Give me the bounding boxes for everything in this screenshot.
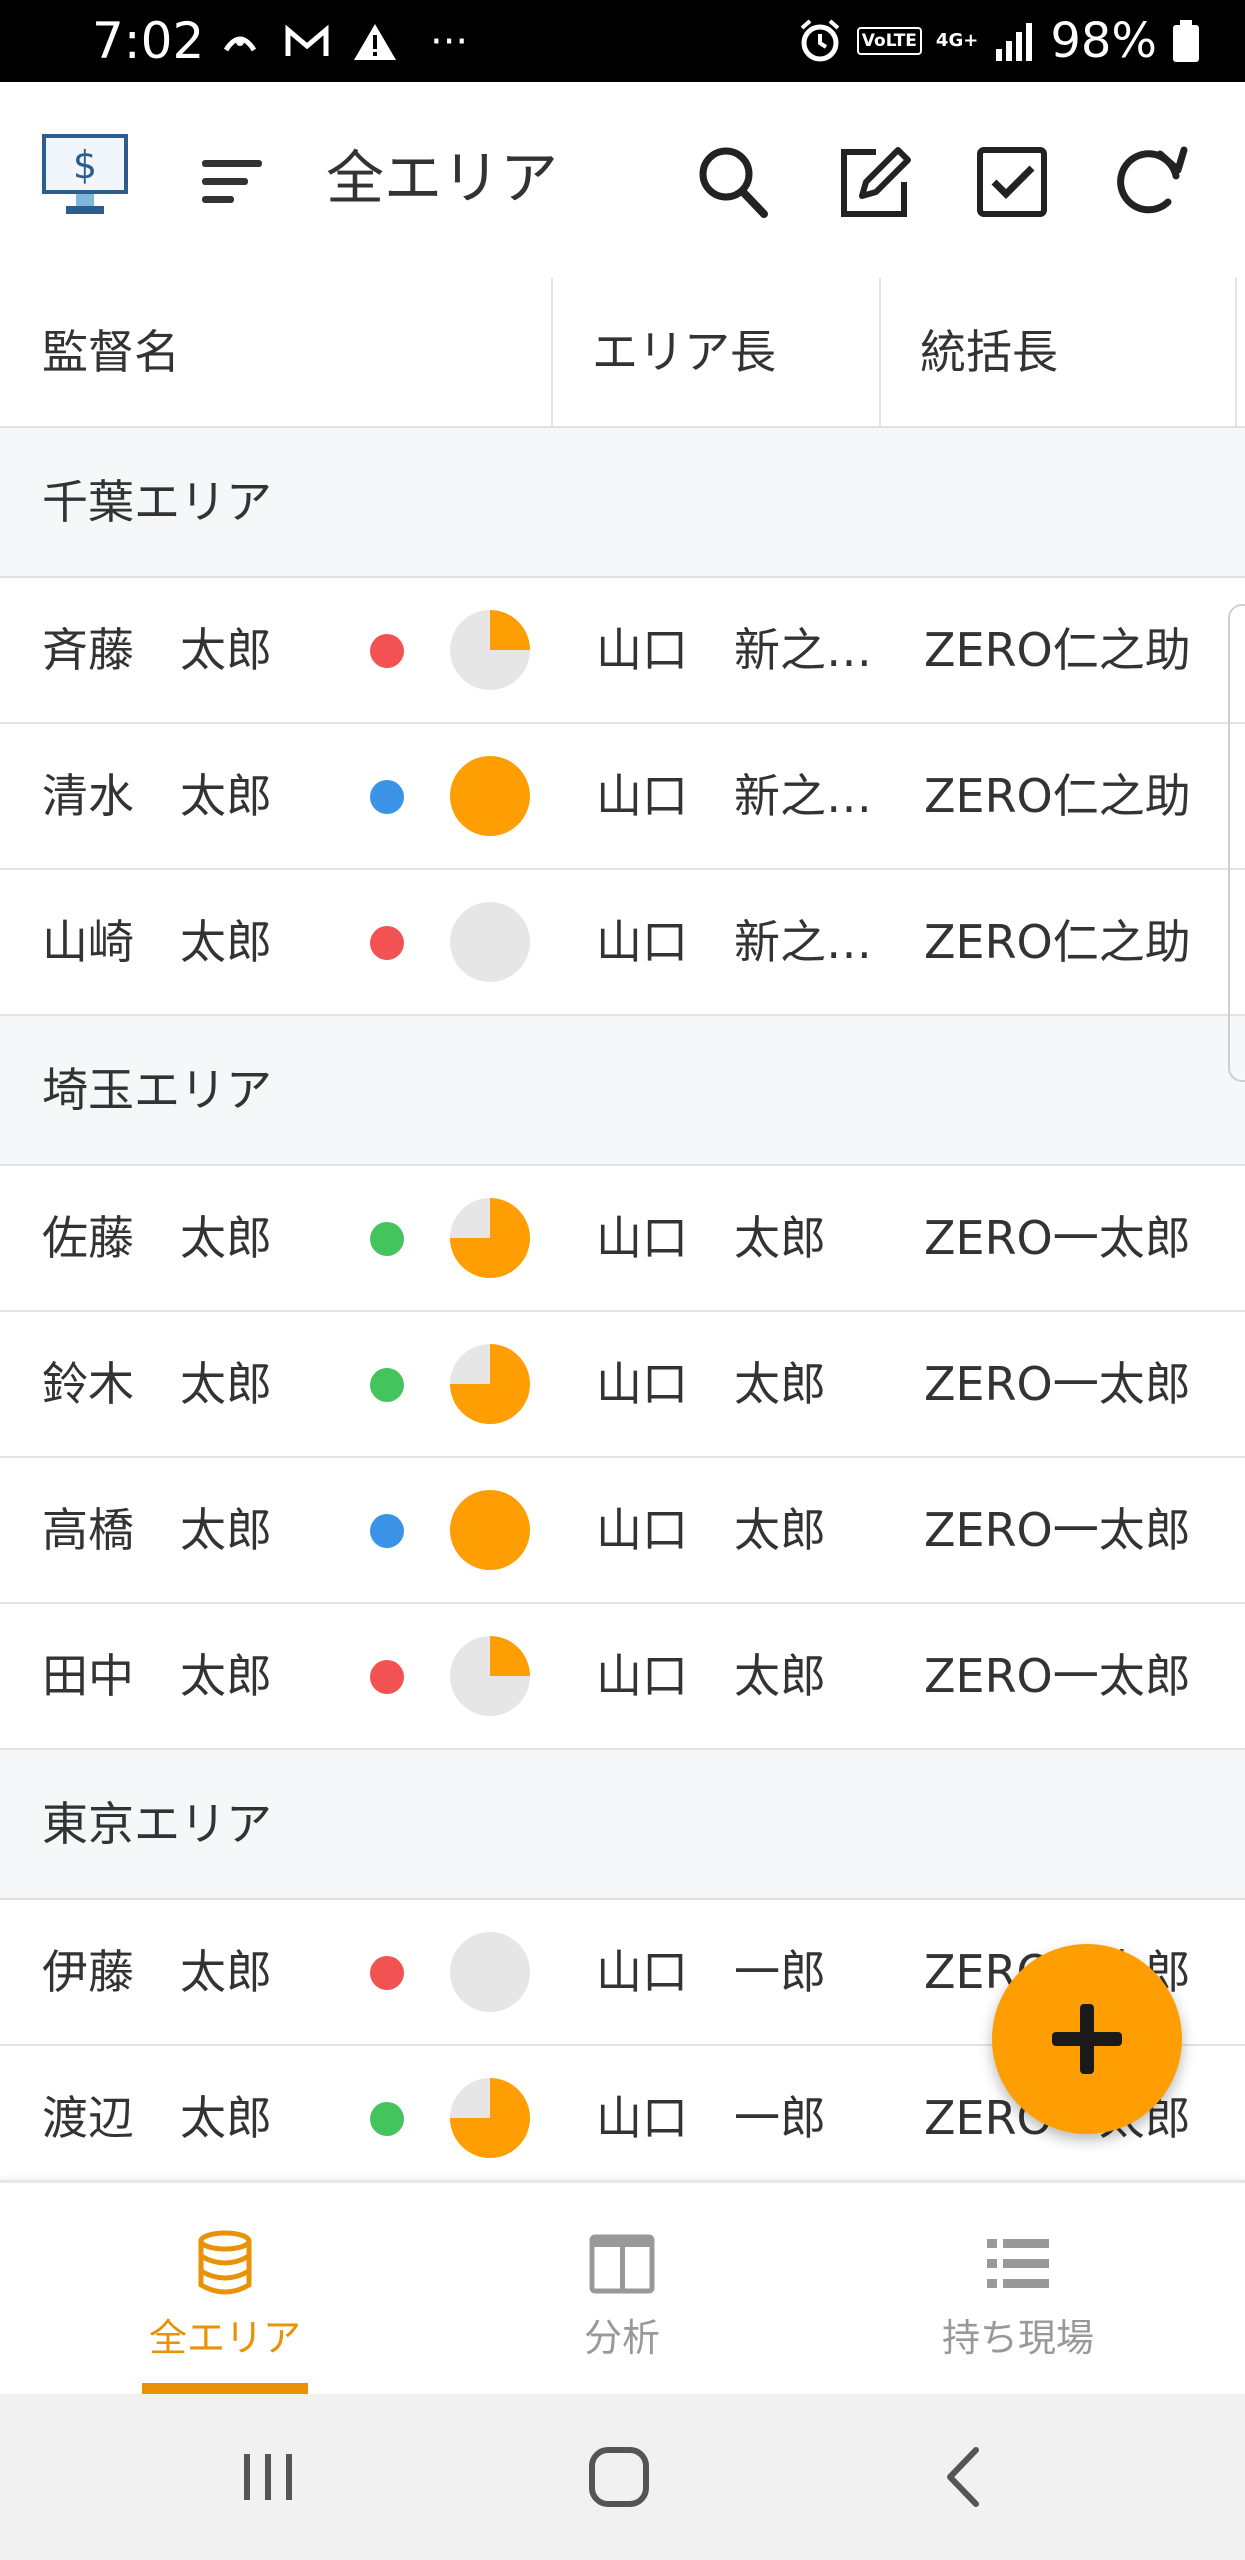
checkbox-icon[interactable] (970, 140, 1054, 224)
status-dot (370, 780, 404, 814)
area-lead-name: 山口 太郎 (596, 1211, 826, 1265)
alarm-icon (800, 19, 840, 62)
chief-name: ZERO仁之助 (924, 915, 1191, 969)
app-logo-icon[interactable]: $ (40, 132, 130, 222)
column-header-chief[interactable]: 統括長 (920, 278, 1058, 426)
area-lead-name: 山口 太郎 (596, 1503, 826, 1557)
area-lead-name: 山口 一郎 (596, 2091, 826, 2145)
warning-icon (354, 24, 396, 60)
table-row[interactable]: 高橋 太郎 山口 太郎 ZERO一太郎 (0, 1458, 1245, 1604)
back-icon[interactable] (938, 2442, 988, 2512)
column-header-supervisor[interactable]: 監督名 (42, 278, 180, 426)
chief-name: ZERO一太郎 (924, 1211, 1191, 1265)
area-lead-name: 山口 太郎 (596, 1649, 826, 1703)
gmail-icon (285, 24, 329, 56)
supervisor-name: 伊藤 太郎 (42, 1945, 272, 1999)
status-dot (370, 1956, 404, 1990)
search-icon[interactable] (690, 140, 774, 224)
status-dot (370, 634, 404, 668)
nav-my-sites[interactable]: 持ち現場 (868, 2183, 1168, 2397)
progress-pie-icon (450, 1636, 530, 1716)
page-title: 全エリア (326, 144, 559, 212)
svg-text:$: $ (73, 143, 97, 187)
app-bar: $ 全エリア (0, 82, 1245, 280)
area-lead-name: 山口 新之… (596, 623, 872, 677)
database-icon (198, 2230, 252, 2295)
network-type: 4G+ (935, 30, 979, 51)
chief-name: ZERO一太郎 (924, 1357, 1191, 1411)
status-dot (370, 1660, 404, 1694)
area-lead-name: 山口 新之… (596, 915, 872, 969)
columns-icon (589, 2234, 655, 2294)
chief-name: ZERO仁之助 (924, 769, 1191, 823)
nav-label-analysis: 分析 (583, 2316, 660, 2360)
edit-icon[interactable] (832, 140, 916, 224)
group-title: 埼玉エリア (42, 1063, 272, 1117)
column-header-area-lead[interactable]: エリア長 (592, 278, 776, 426)
progress-pie-icon (450, 756, 530, 836)
volte-icon: VoLTE (856, 27, 922, 55)
call-missed-icon (223, 36, 257, 52)
scroll-indicator[interactable] (1228, 604, 1245, 1082)
battery-percent: 98% (1050, 13, 1157, 69)
group-header: 埼玉エリア (0, 1016, 1245, 1166)
progress-pie-icon (450, 1344, 530, 1424)
recent-apps-icon[interactable] (238, 2442, 298, 2512)
status-dot (370, 1222, 404, 1256)
status-dot (370, 1368, 404, 1402)
status-dot (370, 1514, 404, 1548)
supervisor-name: 高橋 太郎 (42, 1503, 272, 1557)
group-header: 東京エリア (0, 1750, 1245, 1900)
table-row[interactable]: 山崎 太郎 山口 新之… ZERO仁之助 (0, 870, 1245, 1016)
supervisor-name: 鈴木 太郎 (42, 1357, 272, 1411)
progress-pie-icon (450, 610, 530, 690)
supervisor-name: 田中 太郎 (42, 1649, 272, 1703)
supervisor-name: 山崎 太郎 (42, 915, 272, 969)
group-title: 東京エリア (42, 1797, 272, 1851)
group-title: 千葉エリア (42, 475, 272, 529)
list-icon (987, 2239, 1049, 2288)
status-bar: 7:02 ··· VoLTE 4G+ 98% (0, 0, 1245, 82)
home-icon[interactable] (584, 2442, 654, 2512)
sort-menu-icon[interactable] (200, 154, 264, 210)
system-navigation-bar (0, 2394, 1245, 2560)
area-lead-name: 山口 一郎 (596, 1945, 826, 1999)
plus-icon (1052, 2004, 1122, 2074)
chief-name: ZERO一太郎 (924, 1503, 1191, 1557)
status-time: 7:02 (92, 12, 205, 70)
status-dot (370, 2102, 404, 2136)
supervisor-name: 佐藤 太郎 (42, 1211, 272, 1265)
supervisor-name: 清水 太郎 (42, 769, 272, 823)
table-row[interactable]: 清水 太郎 山口 新之… ZERO仁之助 (0, 724, 1245, 870)
bottom-navigation: 全エリア 分析 持ち現場 (0, 2180, 1245, 2397)
table-header: 監督名 エリア長 統括長 (0, 278, 1245, 429)
area-lead-name: 山口 太郎 (596, 1357, 826, 1411)
status-dot (370, 926, 404, 960)
group-header: 千葉エリア (0, 428, 1245, 578)
nav-label-all-areas: 全エリア (148, 2316, 301, 2360)
progress-pie-icon (450, 1490, 530, 1570)
chief-name: ZERO一太郎 (924, 1649, 1191, 1703)
refresh-icon[interactable] (1108, 140, 1192, 224)
supervisor-list: 千葉エリア 斉藤 太郎 山口 新之… ZERO仁之助 清水 太郎 山口 新之… ZERO仁之… (0, 428, 1245, 2192)
supervisor-name: 渡辺 太郎 (42, 2091, 272, 2145)
table-row[interactable]: 佐藤 太郎 山口 太郎 ZERO一太郎 (0, 1166, 1245, 1312)
progress-pie-icon (450, 902, 530, 982)
more-notifications-icon: ··· (430, 19, 469, 65)
progress-pie-icon (450, 2078, 530, 2158)
area-lead-name: 山口 新之… (596, 769, 872, 823)
nav-label-my-sites: 持ち現場 (941, 2316, 1094, 2360)
progress-pie-icon (450, 1198, 530, 1278)
nav-all-areas[interactable]: 全エリア (75, 2183, 375, 2397)
table-row[interactable]: 鈴木 太郎 山口 太郎 ZERO一太郎 (0, 1312, 1245, 1458)
battery-icon (1173, 20, 1199, 62)
chief-name: ZERO仁之助 (924, 623, 1191, 677)
table-row[interactable]: 斉藤 太郎 山口 新之… ZERO仁之助 (0, 578, 1245, 724)
table-row[interactable]: 田中 太郎 山口 太郎 ZERO一太郎 (0, 1604, 1245, 1750)
signal-icon (996, 23, 1033, 61)
nav-analysis[interactable]: 分析 (472, 2183, 772, 2397)
supervisor-name: 斉藤 太郎 (42, 623, 272, 677)
add-button[interactable] (992, 1944, 1182, 2134)
progress-pie-icon (450, 1932, 530, 2012)
